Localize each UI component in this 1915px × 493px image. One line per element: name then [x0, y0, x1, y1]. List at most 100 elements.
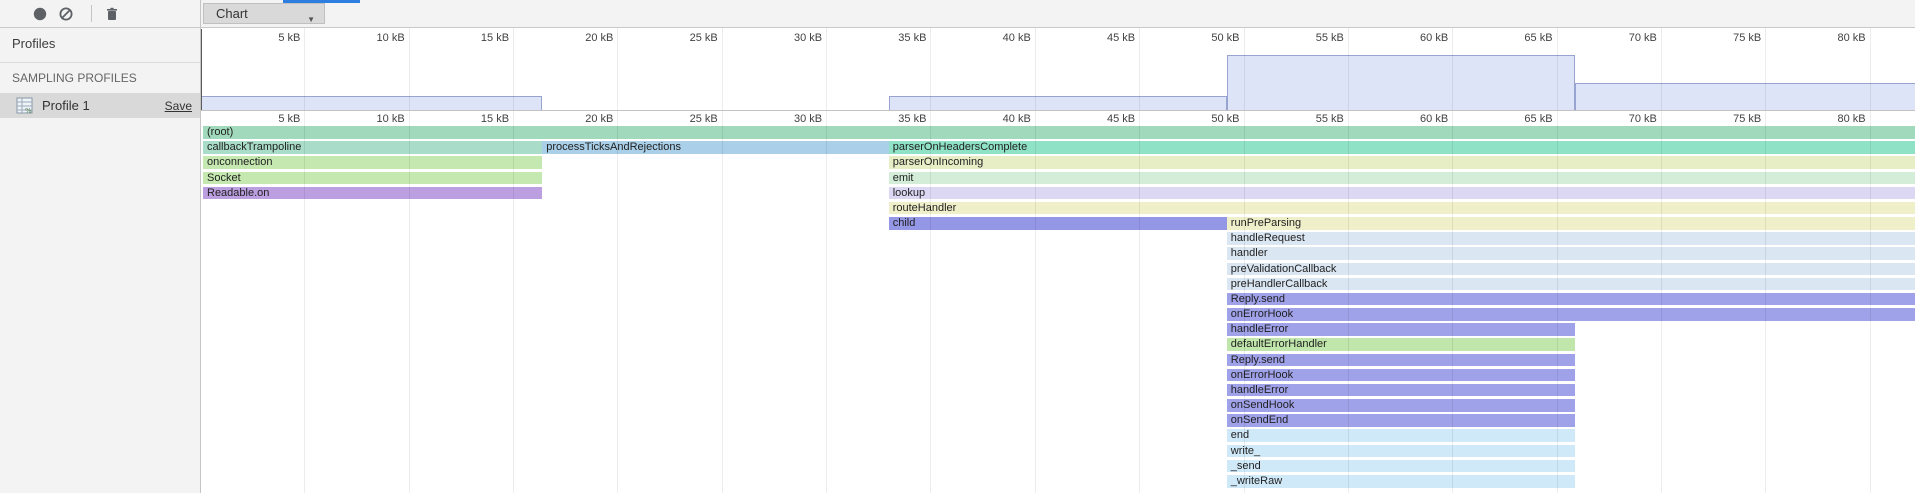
clear-icon[interactable]: [59, 7, 73, 21]
trash-icon[interactable]: [105, 7, 119, 21]
record-icon[interactable]: [33, 7, 47, 21]
gridline: [1452, 28, 1453, 493]
flame-bar-onsendend[interactable]: onSendEnd: [1227, 414, 1576, 427]
gridline: [722, 28, 723, 493]
flame-bar-prehandlercallback[interactable]: preHandlerCallback: [1227, 278, 1915, 291]
chart-ruler-tick: 80 kB: [1806, 113, 1866, 125]
flame-bar-processticksandrejections[interactable]: processTicksAndRejections: [542, 141, 888, 154]
profile-chart-icon: %: [16, 97, 33, 114]
flame-bar-label: defaultErrorHandler: [1227, 338, 1327, 350]
flame-bar-label: onSendHook: [1227, 399, 1295, 411]
overview-ruler-tick: 25 kB: [658, 32, 718, 44]
flame-bar-parseronincoming[interactable]: parserOnIncoming: [889, 156, 1915, 169]
flame-bar-handler[interactable]: handler: [1227, 247, 1915, 260]
flame-bar-handlerequest[interactable]: handleRequest: [1227, 232, 1915, 245]
chart-ruler-tick: 55 kB: [1284, 113, 1344, 125]
flame-bar-onsendhook[interactable]: onSendHook: [1227, 399, 1576, 412]
flame-bar-label: _writeRaw: [1227, 475, 1282, 487]
chart-ruler-tick: 40 kB: [971, 113, 1031, 125]
chart-ruler-tick: 15 kB: [449, 113, 509, 125]
flame-bar-onerrorhook[interactable]: onErrorHook: [1227, 308, 1915, 321]
profile-list-item[interactable]: % Profile 1 Save: [0, 93, 200, 118]
sidebar-divider: [200, 0, 201, 493]
sidebar-section-divider: [0, 62, 200, 63]
flame-bar-label: processTicksAndRejections: [542, 141, 681, 153]
chart-ruler-tick: 35 kB: [866, 113, 926, 125]
chart-ruler-tick: 50 kB: [1180, 113, 1240, 125]
flame-bar-prevalidationcallback[interactable]: preValidationCallback: [1227, 263, 1915, 276]
heap-profiler-window: { "toolbar": { "record_icon": "record-to…: [0, 0, 1915, 493]
flame-bar-write[interactable]: write_: [1227, 445, 1576, 458]
gridline: [617, 28, 618, 493]
flame-bar-lookup[interactable]: lookup: [889, 187, 1915, 200]
flame-bar-label: onSendEnd: [1227, 414, 1289, 426]
overview-ruler-tick: 55 kB: [1284, 32, 1344, 44]
toolbar: Chart ▼: [0, 0, 1915, 28]
flame-bar-send[interactable]: _send: [1227, 460, 1576, 473]
flame-bar-label: onErrorHook: [1227, 369, 1293, 381]
profile-save-link[interactable]: Save: [165, 99, 192, 113]
gridline: [1139, 28, 1140, 493]
flame-bar-handleerror[interactable]: handleError: [1227, 323, 1576, 336]
flame-bar-onerrorhook[interactable]: onErrorHook: [1227, 369, 1576, 382]
gridline: [409, 28, 410, 493]
overview-ruler-tick: 20 kB: [553, 32, 613, 44]
flame-bar-defaulterrorhandler[interactable]: defaultErrorHandler: [1227, 338, 1576, 351]
sidebar-title: Profiles: [12, 36, 55, 51]
flame-bar-handleerror[interactable]: handleError: [1227, 384, 1576, 397]
flame-chart-pane: 5 kB10 kB15 kB20 kB25 kB30 kB35 kB40 kB4…: [200, 28, 1915, 493]
flame-bar-label: handleError: [1227, 323, 1288, 335]
chart-ruler-tick: 65 kB: [1493, 113, 1553, 125]
flame-bar-label: (root): [203, 126, 233, 138]
overview-ruler-tick: 70 kB: [1597, 32, 1657, 44]
flame-bar-label: end: [1227, 429, 1249, 441]
overview-ruler-tick: 50 kB: [1180, 32, 1240, 44]
flame-bar-parseronheaderscomplete[interactable]: parserOnHeadersComplete: [889, 141, 1915, 154]
chart-ruler-tick: 60 kB: [1388, 113, 1448, 125]
chart-ruler-tick: 20 kB: [553, 113, 613, 125]
gridline: [1244, 28, 1245, 493]
flame-bar-callbacktrampoline[interactable]: callbackTrampoline: [203, 141, 542, 154]
flame-bar-runpreparsing[interactable]: runPreParsing: [1227, 217, 1915, 230]
flame-bar-writeraw[interactable]: _writeRaw: [1227, 475, 1576, 488]
flame-bar-label: emit: [889, 172, 914, 184]
flame-bar-emit[interactable]: emit: [889, 172, 1915, 185]
overview-allocation-band[interactable]: [1227, 55, 1576, 110]
overview-ruler-tick: 30 kB: [762, 32, 822, 44]
flame-bar-socket[interactable]: Socket: [203, 172, 542, 185]
overview-ruler-tick: 5 kB: [240, 32, 300, 44]
flame-bar-label: Socket: [203, 172, 241, 184]
accent-highlight-line: [283, 0, 360, 3]
gridline: [1870, 28, 1871, 493]
chart-ruler-tick: 70 kB: [1597, 113, 1657, 125]
flame-bar-child[interactable]: child: [889, 217, 1227, 230]
flame-bar-label: Reply.send: [1227, 293, 1285, 305]
gridline: [1035, 28, 1036, 493]
flame-bar-reply-send[interactable]: Reply.send: [1227, 354, 1576, 367]
gridline: [1557, 28, 1558, 493]
flame-bar-routehandler[interactable]: routeHandler: [889, 202, 1915, 215]
overview-allocation-band[interactable]: [200, 96, 542, 110]
gridline: [826, 28, 827, 493]
flame-bar-label: handler: [1227, 247, 1268, 259]
gridline: [1348, 28, 1349, 493]
overview-ruler-tick: 65 kB: [1493, 32, 1553, 44]
overview-allocation-band[interactable]: [889, 96, 1227, 110]
flame-bar-readable-on[interactable]: Readable.on: [203, 187, 542, 200]
flame-bar-label: parserOnIncoming: [889, 156, 984, 168]
overview-ruler-tick: 40 kB: [971, 32, 1031, 44]
flame-bar-end[interactable]: end: [1227, 429, 1576, 442]
flame-bar-label: routeHandler: [889, 202, 957, 214]
profile-name: Profile 1: [42, 98, 90, 113]
flame-bar-onconnection[interactable]: onconnection: [203, 156, 542, 169]
overview-allocation-band[interactable]: [1575, 83, 1915, 110]
view-mode-dropdown[interactable]: Chart ▼: [203, 3, 325, 24]
flame-bar-label: child: [889, 217, 916, 229]
svg-text:%: %: [25, 107, 32, 114]
flame-bar-reply-send[interactable]: Reply.send: [1227, 293, 1915, 306]
overview-ruler-tick: 35 kB: [866, 32, 926, 44]
view-mode-value: Chart: [204, 6, 248, 21]
flame-bar-label: runPreParsing: [1227, 217, 1301, 229]
overview-ruler-tick: 75 kB: [1701, 32, 1761, 44]
flame-bar-root[interactable]: (root): [203, 126, 1915, 139]
